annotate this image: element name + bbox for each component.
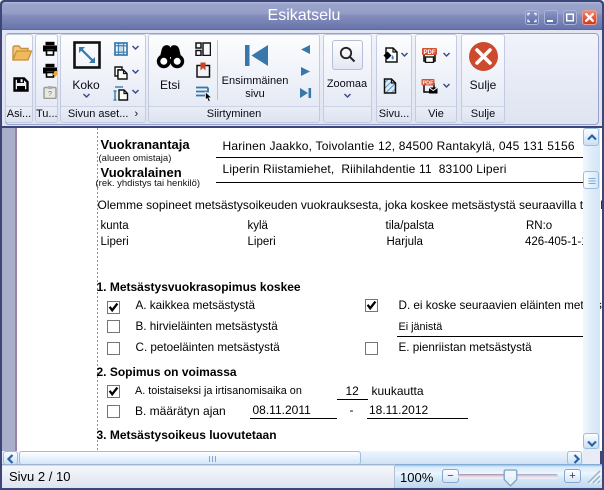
svg-text:PDF: PDF	[424, 50, 436, 56]
svg-text:?: ?	[48, 91, 52, 98]
svg-text:PDF: PDF	[423, 80, 435, 86]
